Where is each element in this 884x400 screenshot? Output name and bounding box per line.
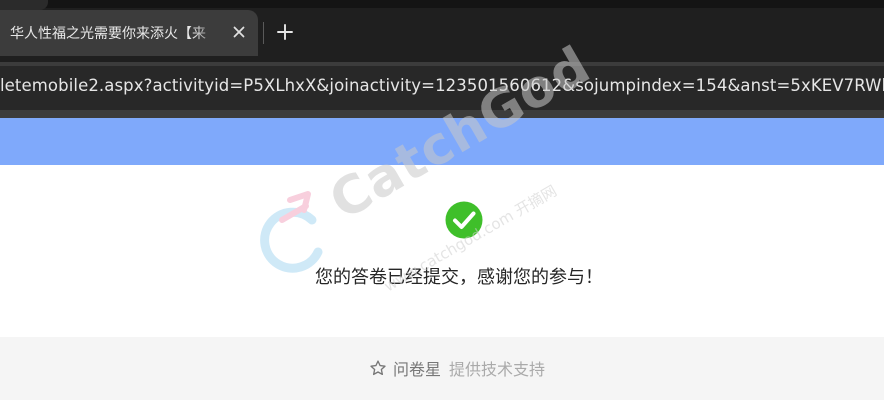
submission-message: 您的答卷已经提交，感谢您的参与！: [315, 267, 603, 288]
footer: 问卷星 提供技术支持: [0, 337, 884, 400]
tab-title: 华人性福之光需要你来添火【来: [10, 26, 206, 42]
close-icon[interactable]: [229, 22, 249, 42]
page-content: 您的答卷已经提交，感谢您的参与！ 问卷星 提供技术支持: [0, 118, 884, 400]
tab-divider: [263, 22, 264, 44]
footer-brand: 问卷星: [393, 360, 442, 379]
browser-tab[interactable]: 华人性福之光需要你来添火【来: [0, 10, 258, 56]
footer-credit[interactable]: 问卷星 提供技术支持: [369, 357, 545, 379]
tab-strip-edge: [0, 0, 884, 8]
plus-icon[interactable]: [274, 21, 296, 43]
url-text[interactable]: letemobile2.aspx?activityid=P5XLhxX&join…: [0, 76, 884, 95]
page-header-bar: [0, 118, 884, 165]
browser-chrome: 华人性福之光需要你来添火【来 letemobile2.aspx?activity…: [0, 0, 884, 118]
check-circle-icon: [445, 201, 483, 239]
footer-support-text: 提供技术支持: [449, 360, 546, 379]
tab-strip: 华人性福之光需要你来添火【来: [0, 0, 884, 62]
address-bar[interactable]: letemobile2.aspx?activityid=P5XLhxX&join…: [0, 66, 884, 110]
tab-strip-corner: [0, 0, 48, 10]
star-outline-icon: [370, 360, 386, 376]
